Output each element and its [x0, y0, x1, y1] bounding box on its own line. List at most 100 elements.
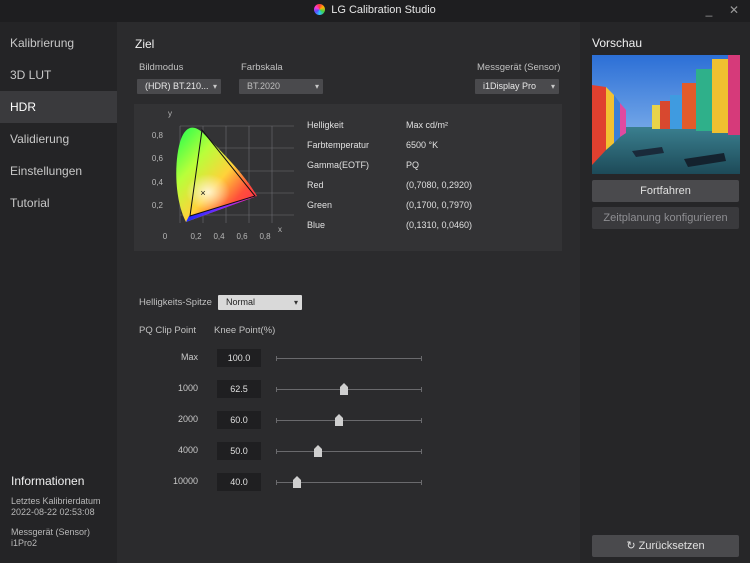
color-space-select[interactable]: BT.2020 ▾ [239, 79, 323, 94]
property-value: Max cd/m² [406, 120, 449, 130]
x-tick: 0,8 [259, 232, 271, 241]
knee-point-slider-thumb[interactable] [339, 383, 348, 395]
preview-image [592, 55, 740, 174]
slider-end-tick [421, 418, 422, 423]
slider-end-tick [276, 449, 277, 454]
info-panel: Informationen Letztes Kalibrierdatum 202… [11, 474, 115, 549]
knee-point-slider-thumb[interactable] [313, 445, 322, 457]
title-bar: LG Calibration Studio _ ✕ [0, 0, 750, 22]
target-panel: × y x 0,8 0,6 0,4 0,2 0 0,2 0,4 0,6 0,8 … [134, 104, 562, 251]
chevron-down-icon: ▾ [293, 298, 298, 307]
preview-title: Vorschau [592, 36, 643, 50]
sidebar-item-tutorial[interactable]: Tutorial [0, 187, 117, 219]
sidebar: Kalibrierung 3D LUT HDR Validierung Eins… [0, 22, 117, 563]
y-axis-label: y [168, 109, 172, 118]
knee-point-slider-thumb[interactable] [292, 476, 301, 488]
window-title-area: LG Calibration Studio [0, 4, 750, 16]
color-space-value: BT.2020 [247, 81, 281, 91]
x-axis-label: x [278, 225, 282, 234]
pq-clip-point-header: PQ Clip Point [139, 325, 197, 336]
knee-point-slider-track[interactable] [276, 418, 422, 423]
property-name: Helligkeit [307, 120, 344, 130]
peak-brightness-label: Helligkeits-Spitze [139, 297, 212, 308]
main-content: Ziel Bildmodus (HDR) BT.210... ▾ Farbska… [117, 22, 580, 563]
knee-point-slider-track[interactable] [276, 387, 422, 392]
reset-label: Zurücksetzen [638, 540, 705, 552]
last-calibration-value: 2022-08-22 02:53:08 [11, 507, 95, 517]
peak-brightness-value: Normal [226, 297, 256, 307]
y-tick: 0,6 [152, 154, 164, 163]
sidebar-item-kalibrierung[interactable]: Kalibrierung [0, 27, 117, 59]
x-tick: 0 [163, 232, 168, 241]
slider-end-tick [276, 480, 277, 485]
clip-point-label: 10000 [172, 476, 198, 486]
knee-point-slider-track[interactable] [276, 356, 422, 361]
reset-icon: ↻ [626, 540, 636, 552]
slider-end-tick [276, 356, 277, 361]
property-value: PQ [406, 160, 420, 170]
clip-point-label: 2000 [177, 414, 198, 424]
knee-point-input[interactable]: 40.0 [217, 473, 261, 491]
sensor-value: i1Display Pro [483, 81, 537, 91]
clip-point-label: 1000 [177, 383, 198, 393]
cie-chromaticity-diagram: × y x 0,8 0,6 0,4 0,2 0 0,2 0,4 0,6 0,8 [152, 109, 294, 241]
picture-mode-select[interactable]: (HDR) BT.210... ▾ [137, 79, 221, 94]
property-name: Green [307, 200, 333, 210]
peak-brightness-select[interactable]: Normal ▾ [218, 295, 302, 310]
property-name: Farbtemperatur [307, 140, 370, 150]
x-tick: 0,6 [236, 232, 248, 241]
knee-point-header: Knee Point(%) [214, 325, 276, 336]
slider-end-tick [421, 387, 422, 392]
property-value: (0,1310, 0,0460) [406, 220, 473, 230]
minimize-button[interactable]: _ [702, 3, 716, 17]
y-tick: 0,4 [152, 178, 164, 187]
slider-end-tick [421, 449, 422, 454]
preview-photo [592, 55, 740, 174]
knee-point-input[interactable]: 62.5 [217, 380, 261, 398]
sensor-info-label: Messgerät (Sensor) [11, 527, 91, 537]
x-tick: 0,2 [190, 232, 202, 241]
property-value: 6500 °K [406, 140, 439, 150]
property-value: (0,7080, 0,2920) [406, 180, 473, 190]
chevron-down-icon: ▾ [212, 82, 217, 91]
clip-point-label: 4000 [177, 445, 198, 455]
slider-end-tick [276, 418, 277, 423]
slider-end-tick [276, 387, 277, 392]
picture-mode-label: Bildmodus [139, 62, 184, 73]
color-space-label: Farbskala [241, 62, 283, 73]
continue-button[interactable]: Fortfahren [592, 180, 739, 202]
last-calibration-label: Letztes Kalibrierdatum [11, 496, 101, 506]
reset-button[interactable]: ↻ Zurücksetzen [592, 535, 739, 557]
sensor-select[interactable]: i1Display Pro ▾ [475, 79, 559, 94]
knee-point-input[interactable]: 100.0 [217, 349, 261, 367]
knee-point-slider-track[interactable] [276, 449, 422, 454]
knee-point-slider-thumb[interactable] [334, 414, 343, 426]
sidebar-item-einstellungen[interactable]: Einstellungen [0, 155, 117, 187]
property-name: Blue [307, 220, 326, 230]
property-value: (0,1700, 0,7970) [406, 200, 473, 210]
white-point-marker: × [200, 188, 205, 198]
x-tick: 0,4 [213, 232, 225, 241]
target-title: Ziel [135, 37, 155, 51]
info-title: Informationen [11, 474, 85, 488]
sidebar-item-validierung[interactable]: Validierung [0, 123, 117, 155]
sidebar-item-hdr[interactable]: HDR [0, 91, 117, 123]
chevron-down-icon: ▾ [550, 82, 555, 91]
clip-point-label: Max [180, 352, 198, 362]
window-title: LG Calibration Studio [331, 4, 436, 16]
property-name: Gamma(EOTF) [307, 160, 369, 170]
property-name: Red [307, 180, 324, 190]
close-button[interactable]: ✕ [727, 3, 741, 17]
slider-end-tick [421, 480, 422, 485]
sensor-info-value: i1Pro2 [11, 538, 38, 548]
sensor-label: Messgerät (Sensor) [477, 62, 561, 73]
picture-mode-value: (HDR) BT.210... [145, 81, 209, 91]
schedule-button[interactable]: Zeitplanung konfigurieren [592, 207, 739, 229]
knee-point-input[interactable]: 50.0 [217, 442, 261, 460]
y-tick: 0,2 [152, 201, 164, 210]
y-tick: 0,8 [152, 131, 164, 140]
sidebar-item-3d-lut[interactable]: 3D LUT [0, 59, 117, 91]
preview-panel: Vorschau Fortfahren Zeitplanung konfigur… [580, 22, 750, 563]
chevron-down-icon: ▾ [314, 82, 319, 91]
knee-point-input[interactable]: 60.0 [217, 411, 261, 429]
